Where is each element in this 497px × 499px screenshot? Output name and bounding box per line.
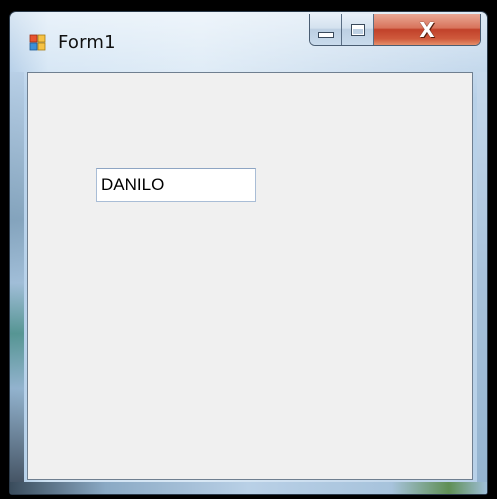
winforms-app-icon[interactable] xyxy=(29,34,47,52)
window-frame-right xyxy=(477,72,487,494)
close-button[interactable]: X xyxy=(374,14,480,45)
form-client-area: DANILO xyxy=(27,72,473,480)
window-title: Form1 xyxy=(58,32,116,53)
form-window: Form1 X DANILO xyxy=(9,11,488,495)
close-icon: X xyxy=(419,17,435,42)
title-bar[interactable]: Form1 X xyxy=(10,12,487,72)
minimize-icon xyxy=(317,31,334,38)
name-textbox[interactable]: DANILO xyxy=(96,168,256,202)
maximize-icon xyxy=(350,23,365,36)
caption-buttons: X xyxy=(309,14,481,46)
minimize-button[interactable] xyxy=(310,14,342,45)
maximize-button[interactable] xyxy=(342,14,374,45)
window-frame-left xyxy=(10,72,24,494)
desktop-background: Form1 X DANILO xyxy=(0,0,497,499)
window-frame-bottom xyxy=(10,482,487,494)
